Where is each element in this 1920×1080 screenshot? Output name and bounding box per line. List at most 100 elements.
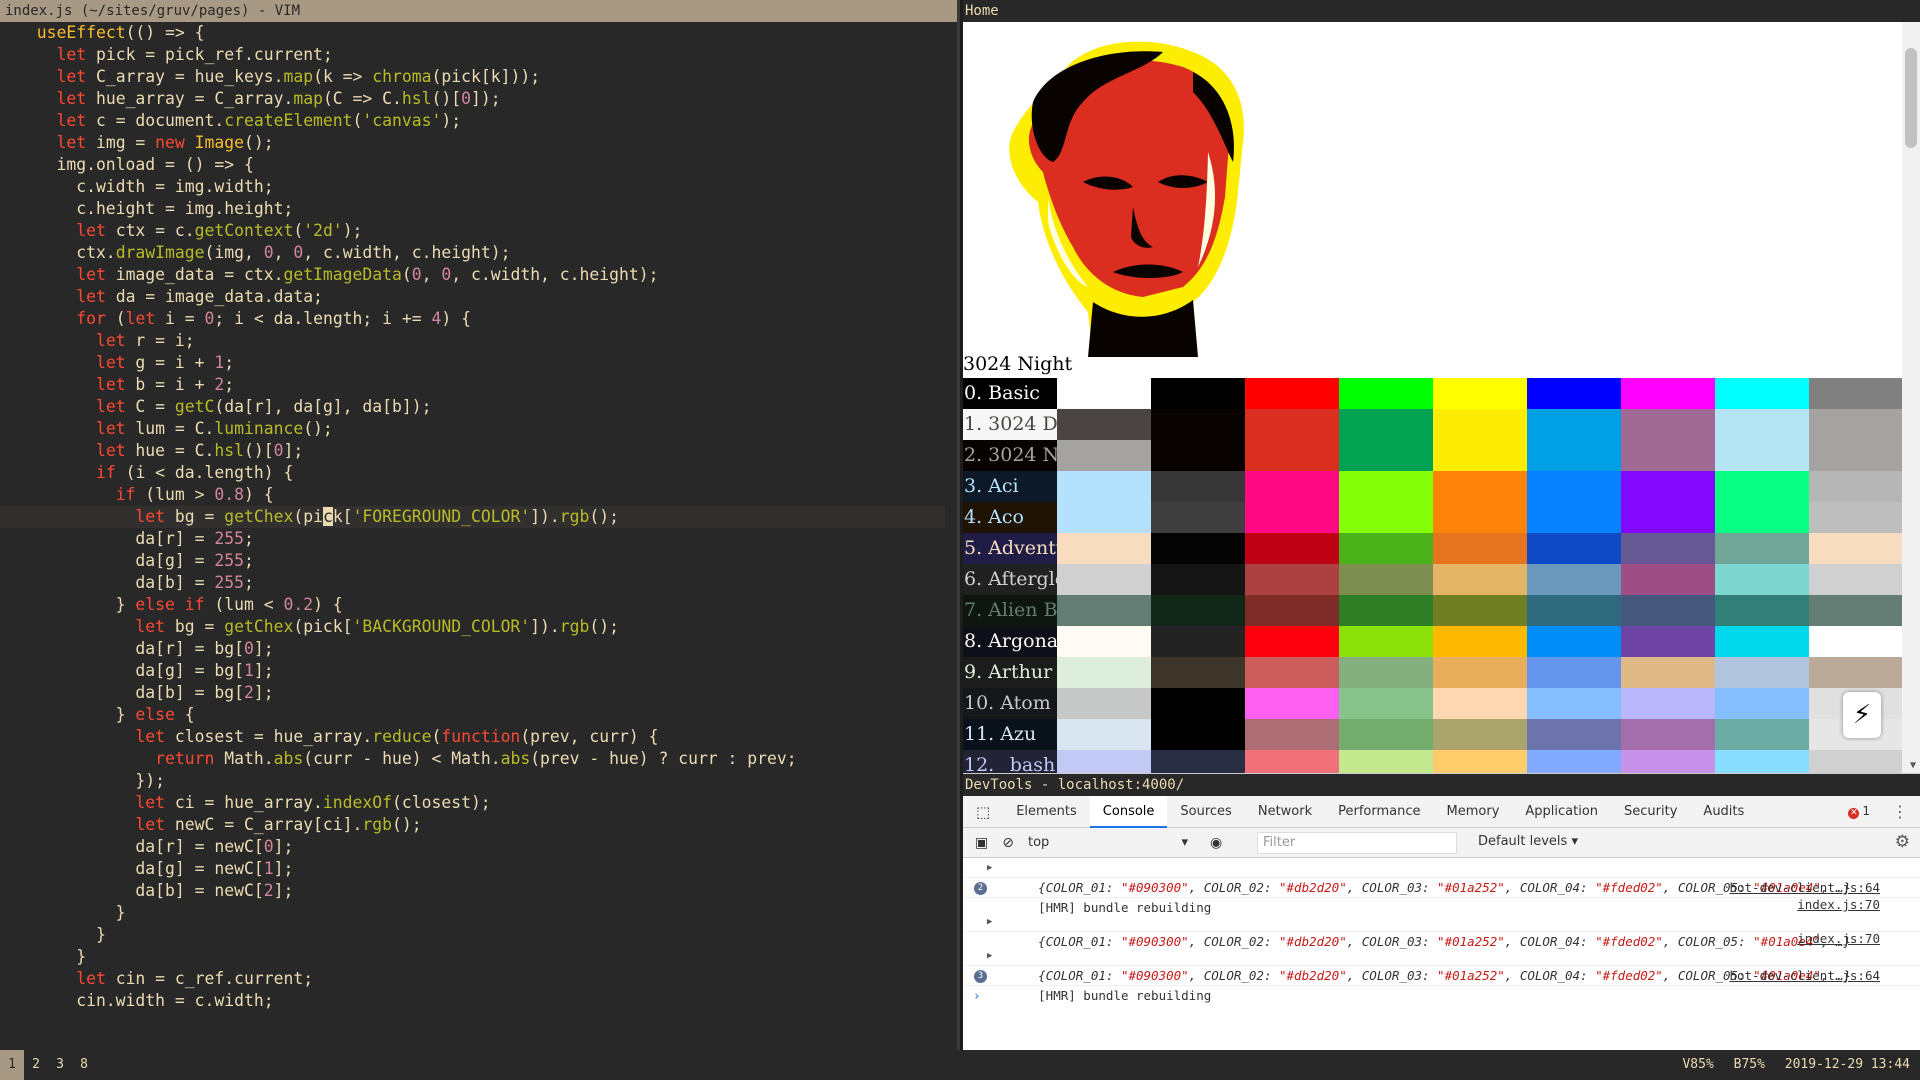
scheme-row[interactable]: 7. Alien Blood: [963, 595, 1902, 626]
color-swatch: [1621, 688, 1715, 719]
scheme-label[interactable]: 0. Basic: [963, 378, 1057, 409]
scheme-row[interactable]: 12. _bash: [963, 750, 1902, 773]
scheme-label[interactable]: 6. Afterglow: [963, 564, 1083, 595]
expand-triangle-icon[interactable]: ▶: [987, 858, 992, 878]
scheme-row[interactable]: 5. Adventure Time: [963, 533, 1902, 564]
source-link[interactable]: hot-dev-client.js:64: [1729, 966, 1880, 986]
color-swatch: [1715, 626, 1809, 657]
console-object-line[interactable]: ▶ {COLOR_01: "#090300", COLOR_02: "#db2d2…: [963, 912, 1920, 949]
color-swatch: [1151, 409, 1245, 440]
tab-performance[interactable]: Performance: [1325, 796, 1433, 828]
color-swatch: [1621, 750, 1715, 773]
vim-window[interactable]: index.js (~/sites/gruv/pages) - VIM useE…: [0, 0, 960, 1050]
scrollbar-thumb[interactable]: [1905, 48, 1917, 148]
scheme-row[interactable]: 8. Argonaut: [963, 626, 1902, 657]
tab-elements[interactable]: Elements: [1003, 796, 1090, 828]
color-swatch: [1715, 378, 1809, 409]
clear-console-icon[interactable]: ⊘: [1002, 835, 1014, 851]
workspace-2[interactable]: 2: [24, 1050, 48, 1080]
color-swatch: [1433, 471, 1527, 502]
color-swatch: [1809, 657, 1902, 688]
filter-input[interactable]: Filter: [1257, 832, 1457, 854]
message-text: [HMR] bundle rebuilding: [1038, 988, 1212, 1003]
scheme-label[interactable]: 7. Alien Blood: [963, 595, 1099, 626]
sidebar-toggle-icon[interactable]: ▣: [975, 835, 988, 851]
context-select[interactable]: top ▾: [1028, 835, 1188, 850]
devtools-title-bar: DevTools - localhost:4000/: [963, 774, 1920, 796]
chevron-down-icon: ▾: [1181, 835, 1188, 850]
error-counter[interactable]: ✕ 1: [1848, 804, 1870, 819]
workspace-8[interactable]: 8: [72, 1050, 96, 1080]
lightning-bolt-icon[interactable]: ⚡: [1843, 692, 1881, 738]
code-line: c.width = img.width;: [17, 177, 274, 196]
eye-icon[interactable]: ◉: [1210, 835, 1222, 851]
scheme-label[interactable]: 9. Arthur: [963, 657, 1057, 688]
color-swatch: [1433, 657, 1527, 688]
levels-dropdown[interactable]: Default levels ▾: [1478, 834, 1578, 849]
scheme-row[interactable]: 6. Afterglow: [963, 564, 1902, 595]
scheme-label[interactable]: 5. Adventure Time: [963, 533, 1143, 564]
color-swatch: [1151, 533, 1245, 564]
console-output[interactable]: ▶ {COLOR_01: "#090300", COLOR_02: "#db2d2…: [963, 858, 1920, 1006]
tab-audits[interactable]: Audits: [1690, 796, 1757, 828]
source-link[interactable]: index.js:70: [1797, 898, 1880, 912]
color-swatch: [1527, 440, 1621, 471]
expand-triangle-icon[interactable]: ▶: [987, 946, 992, 966]
tab-console[interactable]: Console: [1089, 795, 1168, 828]
scheme-row[interactable]: 2. 3024 Night: [963, 440, 1902, 471]
scheme-label[interactable]: 2. 3024 Night: [963, 440, 1097, 471]
color-swatch: [1151, 626, 1245, 657]
scheme-row[interactable]: 1. 3024 Day: [963, 409, 1902, 440]
scheme-label[interactable]: 11. Azu: [963, 719, 1057, 750]
color-swatch: [1527, 688, 1621, 719]
more-options-icon[interactable]: ⋮: [1892, 802, 1908, 821]
scheme-row[interactable]: 4. Aco: [963, 502, 1902, 533]
color-swatch: [1715, 595, 1809, 626]
source-link[interactable]: hot-dev-client.js:64: [1729, 878, 1880, 898]
color-swatch: [1245, 564, 1339, 595]
tab-network[interactable]: Network: [1245, 796, 1325, 828]
devtools-window[interactable]: DevTools - localhost:4000/ ⬚ Elements Con…: [963, 773, 1920, 1050]
scheme-label[interactable]: 3. Aci: [963, 471, 1057, 502]
workspace-3[interactable]: 3: [48, 1050, 72, 1080]
color-swatch: [1527, 564, 1621, 595]
workspace-1[interactable]: 1: [0, 1050, 24, 1080]
color-swatch: [1245, 409, 1339, 440]
tab-security[interactable]: Security: [1611, 796, 1690, 828]
scheme-row[interactable]: 10. Atom: [963, 688, 1902, 719]
scheme-label[interactable]: 1. 3024 Day: [963, 409, 1080, 440]
console-object-line[interactable]: ▶ {COLOR_01: "#090300", COLOR_02: "#db2d2…: [963, 946, 1920, 983]
scheme-label[interactable]: 12. _bash: [963, 750, 1057, 773]
expand-triangle-icon[interactable]: ▶: [987, 912, 992, 932]
browser-window[interactable]: Home 3024 Night 0. Basic 1. 3024 Day 2. 30…: [963, 0, 1920, 773]
source-link[interactable]: index.js:70: [1797, 932, 1880, 946]
code-line: let c = document.createElement('canvas')…: [56, 111, 462, 130]
vertical-scrollbar[interactable]: ▲ ▼: [1902, 22, 1920, 773]
tab-sources[interactable]: Sources: [1167, 796, 1244, 828]
color-swatch: [1715, 533, 1809, 564]
gear-icon[interactable]: ⚙: [1895, 832, 1910, 852]
color-swatch: [1057, 378, 1151, 409]
scheme-label[interactable]: 4. Aco: [963, 502, 1057, 533]
color-swatch: [1527, 378, 1621, 409]
color-swatch: [1245, 688, 1339, 719]
color-swatch: [1339, 533, 1433, 564]
scheme-label[interactable]: 10. Atom: [963, 688, 1057, 719]
scroll-down-arrow-icon[interactable]: ▼: [1910, 760, 1916, 771]
code-line: } else if (lum < 0.2) {: [17, 595, 343, 614]
scheme-row[interactable]: 0. Basic: [963, 378, 1902, 409]
page-viewport[interactable]: 3024 Night 0. Basic 1. 3024 Day 2. 3024 Ni…: [963, 22, 1902, 773]
color-swatch: [1245, 750, 1339, 773]
code-editor[interactable]: useEffect(() => { let pick = pick_ref.cu…: [0, 22, 957, 1012]
inspect-element-icon[interactable]: ⬚: [963, 796, 1003, 828]
scheme-label[interactable]: 8. Argonaut: [963, 626, 1078, 657]
color-swatch: [1809, 378, 1902, 409]
code-line: da[r] = 255;: [17, 529, 254, 548]
scheme-row[interactable]: 9. Arthur: [963, 657, 1902, 688]
scheme-row[interactable]: 3. Aci: [963, 471, 1902, 502]
color-swatch: [1621, 502, 1715, 533]
console-object-line[interactable]: ▶ {COLOR_01: "#090300", COLOR_02: "#db2d2…: [963, 858, 1920, 895]
tab-application[interactable]: Application: [1512, 796, 1611, 828]
scheme-row[interactable]: 11. Azu: [963, 719, 1902, 750]
tab-memory[interactable]: Memory: [1434, 796, 1513, 828]
